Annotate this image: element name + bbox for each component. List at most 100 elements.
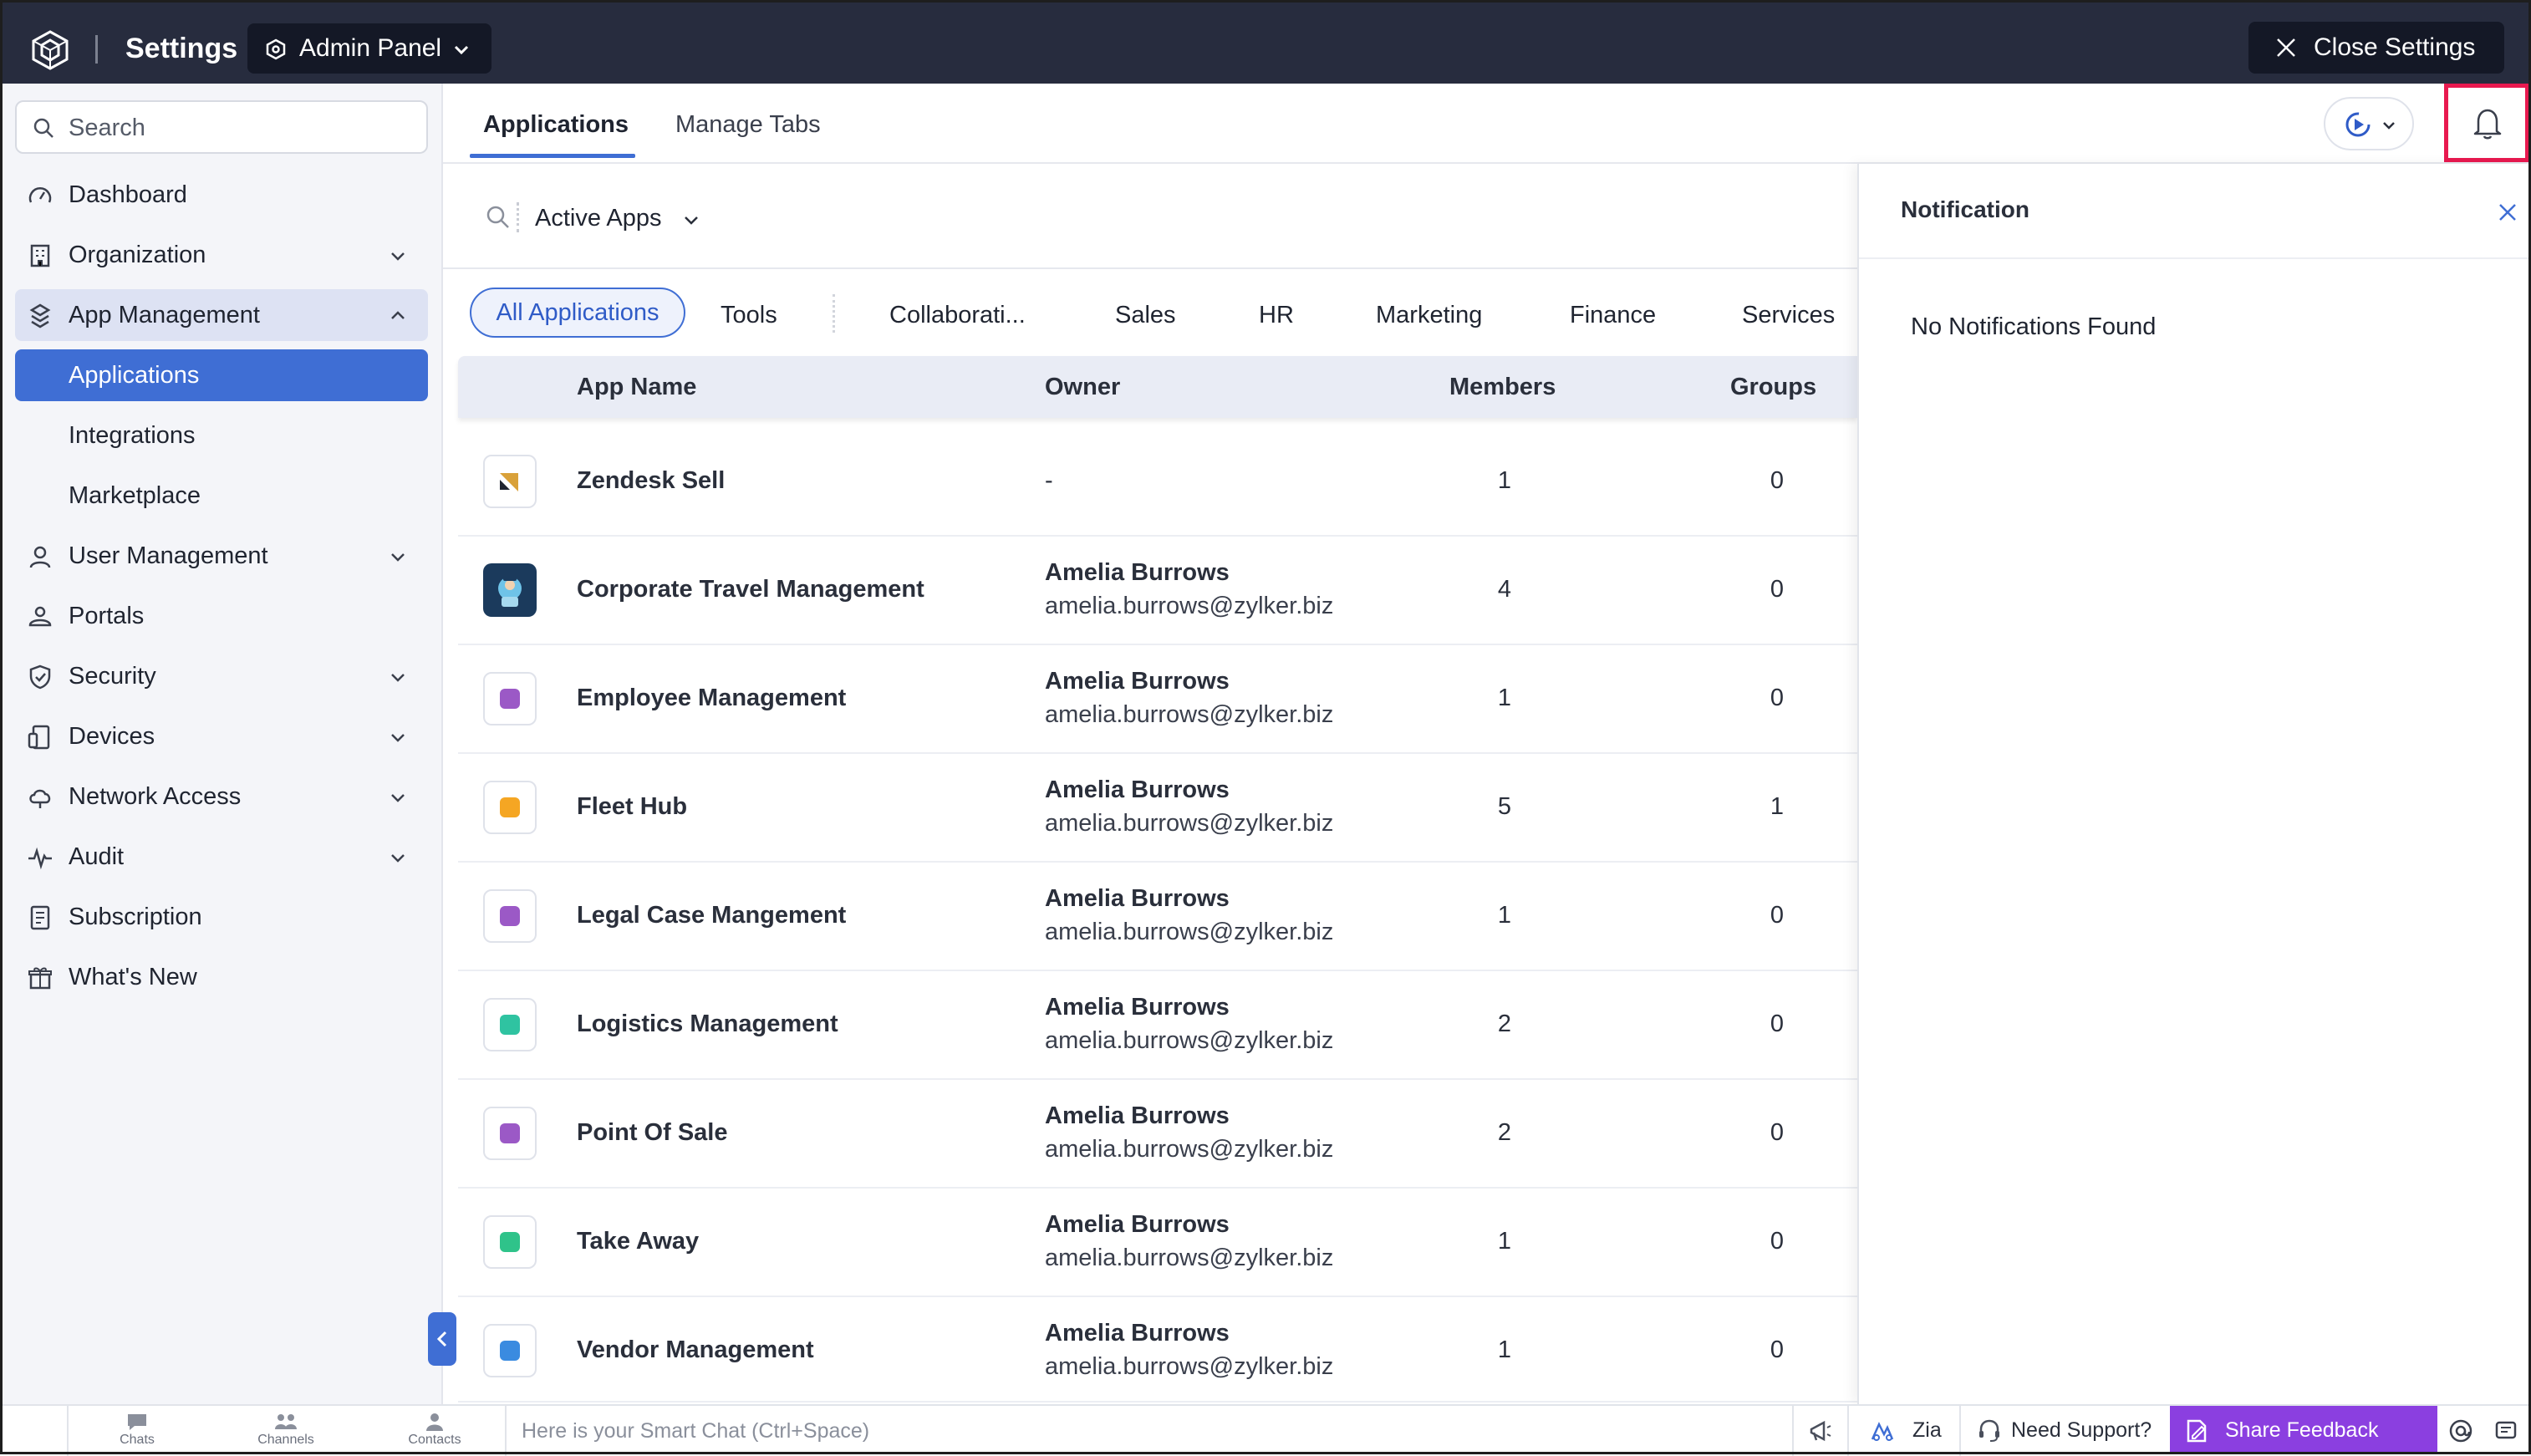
close-settings-button[interactable]: Close Settings — [2248, 22, 2504, 74]
app-name[interactable]: Legal Case Mangement — [577, 901, 846, 929]
announcement-button[interactable] — [1794, 1406, 1847, 1454]
table-row[interactable]: Vendor Management Amelia Burrows amelia.… — [458, 1297, 1857, 1403]
table-row[interactable]: Take Away Amelia Burrows amelia.burrows@… — [458, 1189, 1857, 1297]
devices-icon — [27, 724, 53, 751]
sidebar-item-integrations[interactable]: Integrations — [15, 410, 428, 461]
need-support-label: Need Support? — [2011, 1418, 2152, 1442]
chevron-down-icon[interactable] — [682, 211, 700, 229]
owner-name: Amelia Burrows — [1045, 559, 1230, 586]
shield-icon — [27, 664, 53, 690]
category-marketing[interactable]: Marketing — [1376, 301, 1482, 329]
table-row[interactable]: Fleet Hub Amelia Burrows amelia.burrows@… — [458, 754, 1857, 863]
sidebar-item-audit[interactable]: Audit — [15, 831, 428, 883]
bottom-divider — [67, 1406, 69, 1456]
chevron-down-icon — [388, 246, 408, 266]
need-support-button[interactable]: Need Support? — [1961, 1406, 2170, 1454]
sidebar-item-label: User Management — [69, 542, 268, 569]
sidebar-item-label: Portals — [69, 603, 145, 629]
sidebar-item-network-access[interactable]: Network Access — [15, 771, 428, 822]
app-name[interactable]: Employee Management — [577, 684, 846, 712]
table-row[interactable]: Corporate Travel Management Amelia Burro… — [458, 537, 1857, 645]
sidebar-item-portals[interactable]: Portals — [15, 590, 428, 642]
sidebar-item-app-management[interactable]: App Management — [15, 289, 428, 341]
category-finance[interactable]: Finance — [1570, 301, 1656, 329]
admin-panel-selector[interactable]: Admin Panel — [247, 23, 491, 74]
category-all-applications[interactable]: All Applications — [470, 288, 685, 338]
groups-count: 1 — [1770, 793, 1785, 820]
app-name[interactable]: Zendesk Sell — [577, 466, 725, 495]
search-icon[interactable] — [485, 204, 512, 231]
app-name[interactable]: Fleet Hub — [577, 792, 687, 821]
chat-bubble-icon — [128, 1414, 146, 1430]
sidebar-item-label: Dashboard — [69, 181, 187, 208]
owner-name: Amelia Burrows — [1045, 668, 1230, 695]
logistics-app-icon — [483, 998, 537, 1051]
sidebar-item-label: Organization — [69, 242, 206, 268]
groups-count: 0 — [1770, 1011, 1785, 1037]
tab-manage-tabs[interactable]: Manage Tabs — [675, 110, 821, 139]
table-row[interactable]: Legal Case Mangement Amelia Burrows amel… — [458, 863, 1857, 971]
employee-management-app-icon — [483, 672, 537, 725]
sidebar-item-devices[interactable]: Devices — [15, 710, 428, 762]
owner-email: amelia.burrows@zylker.biz — [1045, 593, 1334, 619]
sidebar-item-applications[interactable]: Applications — [15, 349, 428, 401]
members-count: 1 — [1497, 1228, 1512, 1255]
channels-button[interactable]: Channels — [252, 1411, 319, 1448]
sidebar-item-whats-new[interactable]: What's New — [15, 951, 428, 1003]
app-name[interactable]: Point Of Sale — [577, 1118, 727, 1147]
app-name[interactable]: Corporate Travel Management — [577, 575, 924, 603]
mention-button[interactable] — [2437, 1406, 2484, 1454]
collapse-sidebar-button[interactable] — [428, 1312, 456, 1366]
table-row[interactable]: Employee Management Amelia Burrows ameli… — [458, 645, 1857, 754]
close-notification-icon[interactable] — [2498, 202, 2518, 222]
sidebar-item-security[interactable]: Security — [15, 650, 428, 702]
sidebar-item-dashboard[interactable]: Dashboard — [15, 169, 428, 221]
sidebar-item-user-management[interactable]: User Management — [15, 530, 428, 582]
column-app-name[interactable]: App Name — [577, 373, 696, 401]
zia-label: Zia — [1912, 1418, 1942, 1442]
point-of-sale-app-icon — [483, 1107, 537, 1160]
sidebar-item-label: Integrations — [69, 422, 196, 449]
category-sales[interactable]: Sales — [1115, 301, 1176, 329]
smart-chat-input[interactable]: Here is your Smart Chat (Ctrl+Space) — [522, 1419, 869, 1443]
contacts-button[interactable]: Contacts — [401, 1411, 468, 1448]
building-icon — [27, 242, 53, 269]
table-row[interactable]: Zendesk Sell - 1 0 — [458, 428, 1857, 537]
sidebar-search-input[interactable]: Search — [15, 100, 428, 154]
sidebar-item-label: Subscription — [69, 904, 202, 930]
tab-applications[interactable]: Applications — [483, 110, 629, 139]
table-row[interactable]: Point Of Sale Amelia Burrows amelia.burr… — [458, 1080, 1857, 1189]
app-logo-icon[interactable] — [28, 28, 72, 72]
category-tools[interactable]: Tools — [721, 301, 777, 329]
column-groups[interactable]: Groups — [1730, 373, 1816, 401]
chevron-up-icon — [388, 306, 408, 326]
share-feedback-label: Share Feedback — [2225, 1418, 2379, 1442]
column-members[interactable]: Members — [1449, 373, 1556, 401]
quick-action-dropdown[interactable] — [2324, 97, 2414, 150]
category-services[interactable]: Services — [1742, 301, 1835, 329]
app-name[interactable]: Logistics Management — [577, 1010, 838, 1038]
megaphone-icon — [1810, 1420, 1831, 1442]
take-away-app-icon — [483, 1215, 537, 1269]
chats-button[interactable]: Chats — [104, 1411, 171, 1448]
zia-button[interactable]: Zia — [1849, 1406, 1959, 1454]
notification-title: Notification — [1901, 196, 2029, 222]
user-icon — [27, 543, 53, 570]
notification-bell-button[interactable] — [2444, 84, 2529, 162]
chat-window-button[interactable] — [2484, 1406, 2529, 1454]
sidebar-item-marketplace[interactable]: Marketplace — [15, 470, 428, 522]
app-name[interactable]: Vendor Management — [577, 1336, 814, 1364]
column-owner[interactable]: Owner — [1045, 373, 1120, 401]
category-collaboration[interactable]: Collaborati... — [889, 301, 1026, 329]
search-placeholder: Search — [69, 115, 145, 141]
members-count: 5 — [1497, 793, 1512, 820]
app-name[interactable]: Take Away — [577, 1227, 699, 1255]
sidebar-item-organization[interactable]: Organization — [15, 229, 428, 281]
table-row[interactable]: Logistics Management Amelia Burrows amel… — [458, 971, 1857, 1080]
apps-icon — [27, 303, 53, 329]
sidebar-item-subscription[interactable]: Subscription — [15, 891, 428, 943]
active-apps-filter[interactable]: Active Apps — [535, 204, 662, 232]
share-feedback-button[interactable]: Share Feedback — [2170, 1406, 2437, 1454]
members-count: 1 — [1497, 467, 1512, 494]
category-hr[interactable]: HR — [1259, 301, 1294, 329]
